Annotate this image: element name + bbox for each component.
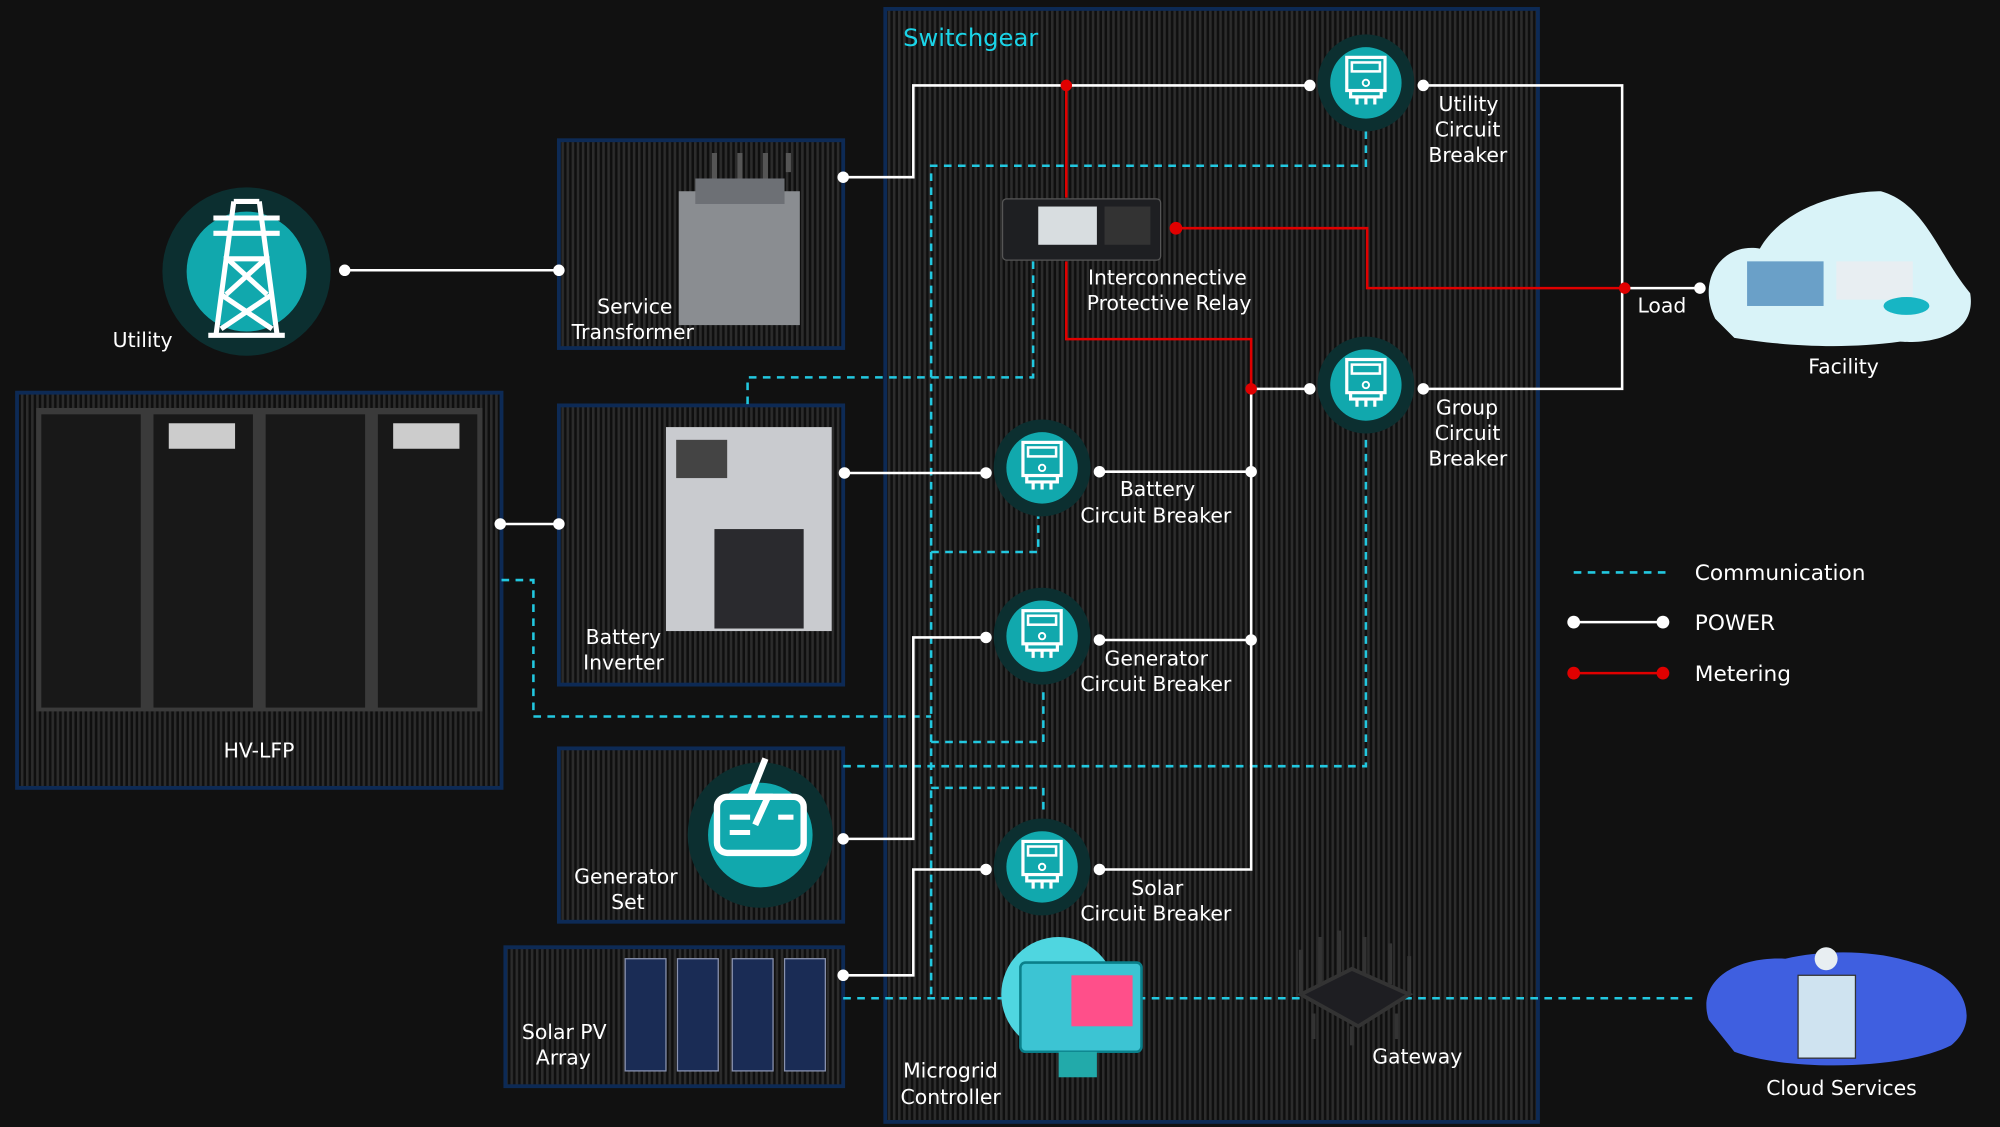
generator-set-label-2: Set [611,890,644,914]
switchgear-title: Switchgear [903,24,1038,52]
legend-metering-swatch [1567,666,1670,680]
solar-cb-label-1: Solar [1131,876,1184,900]
cloud-services-label: Cloud Services [1766,1076,1917,1100]
relay-label-2: Protective Relay [1087,291,1252,315]
utility-cb-label-2: Circuit [1435,117,1501,141]
generator-cb-label-2: Circuit Breaker [1080,672,1232,696]
switchgear-panel [883,7,1540,1124]
solar-pv-label-1: Solar PV [522,1020,607,1044]
group-cb-label-3: Breaker [1428,446,1508,470]
solar-circuit-breaker-icon[interactable] [992,816,1093,917]
generator-cb-label-1: Generator [1105,646,1209,670]
legend-power-swatch [1567,615,1670,629]
hv-lfp-label: HV-LFP [224,738,295,762]
inverter-icon [665,427,832,632]
legend: Communication POWER Metering [1567,561,1866,687]
group-cb-label-1: Group [1436,395,1498,419]
utility-circuit-breaker-icon[interactable] [1315,32,1416,133]
service-transformer-label-1: Service [597,295,672,319]
legend-communication-label: Communication [1695,561,1866,586]
group-circuit-breaker-icon[interactable] [1315,334,1416,436]
gateway-label: Gateway [1372,1044,1462,1068]
protective-relay-icon[interactable] [1001,198,1162,261]
utility-label: Utility [113,328,173,352]
generator-circuit-breaker-icon[interactable] [992,586,1093,687]
service-transformer-label-2: Transformer [571,320,695,344]
facility-icon[interactable] [1708,191,1971,347]
transformer-icon [678,152,800,326]
cloud-services-icon[interactable] [1706,947,1967,1066]
battery-cb-label-2: Circuit Breaker [1080,504,1232,528]
generator-set-label-1: Generator [574,864,678,888]
battery-rack-icon [36,407,483,712]
relay-label-1: Interconnective [1088,265,1247,289]
load-label: Load [1637,293,1686,317]
facility-label: Facility [1808,355,1879,379]
group-cb-label-2: Circuit [1435,421,1501,445]
battery-inverter-label-2: Inverter [583,650,664,674]
battery-circuit-breaker-icon[interactable] [992,417,1093,518]
utility-tower-icon[interactable] [162,187,331,356]
microgrid-controller-label-1: Microgrid [903,1058,998,1082]
legend-power-label: POWER [1695,611,1775,636]
solar-cb-label-2: Circuit Breaker [1080,901,1232,925]
microgrid-diagram: Switchgear Utility Service Transformer B… [15,7,1971,1124]
battery-cb-label-1: Battery [1120,477,1195,501]
legend-metering-label: Metering [1695,662,1791,687]
microgrid-controller-label-2: Controller [901,1085,1002,1109]
utility-cb-label-3: Breaker [1428,143,1508,167]
battery-inverter-label-1: Battery [586,625,661,649]
solar-pv-label-2: Array [536,1046,591,1070]
utility-cb-label-1: Utility [1439,92,1499,116]
